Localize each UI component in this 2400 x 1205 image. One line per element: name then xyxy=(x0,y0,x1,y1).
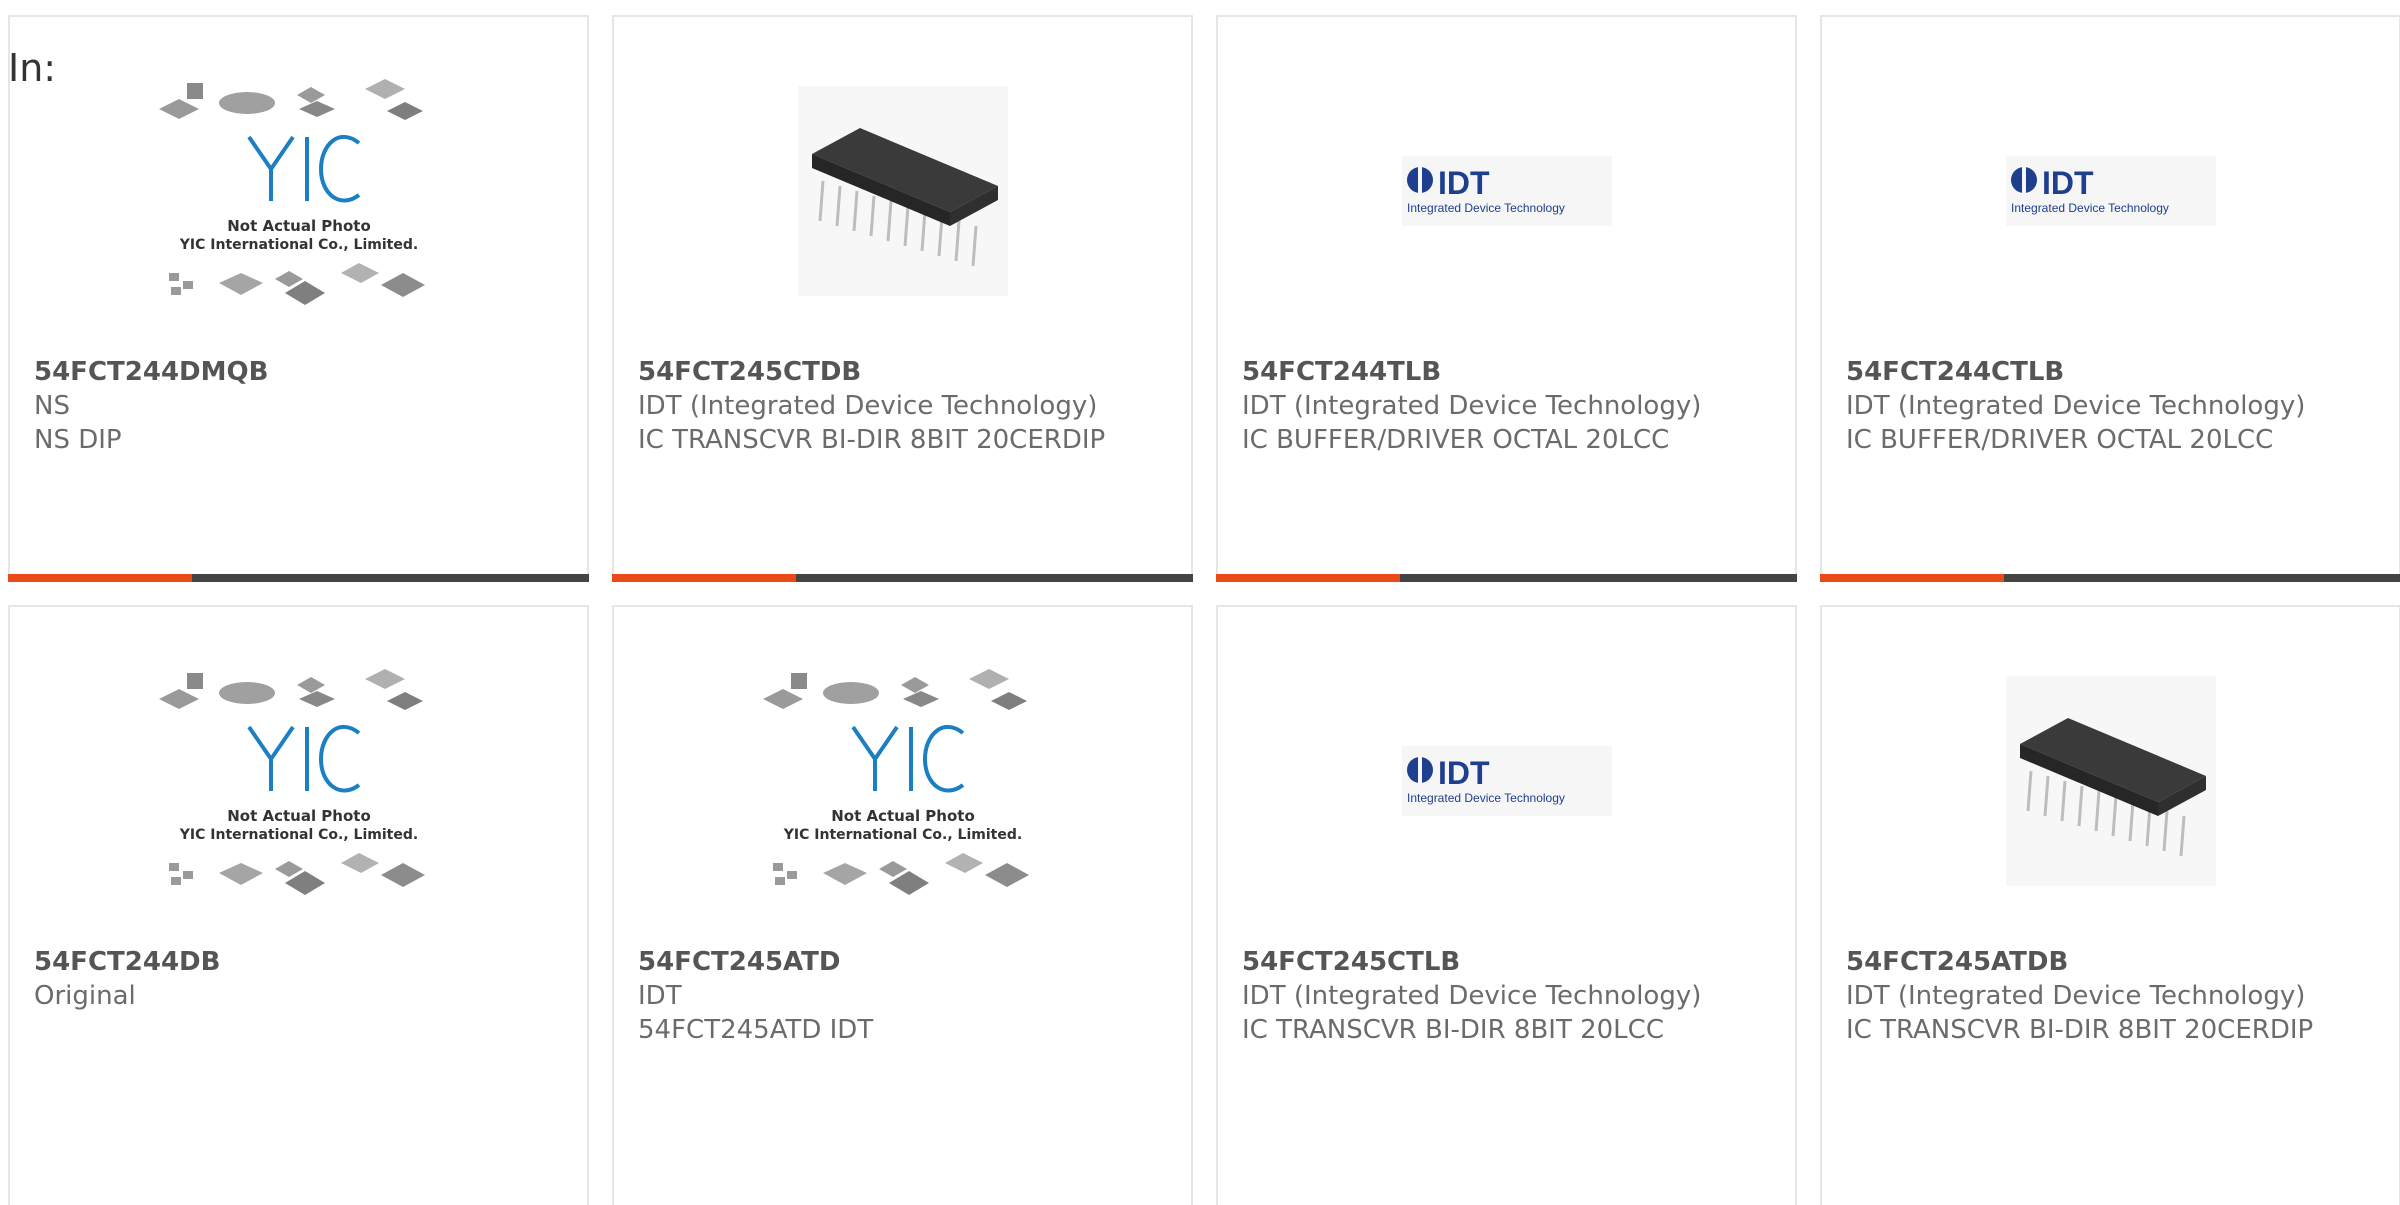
card-bottom-bar xyxy=(1820,574,2400,582)
product-grid: Not Actual Photo YIC International Co., … xyxy=(8,15,2400,1205)
product-image xyxy=(1822,663,2399,899)
part-number[interactable]: 54FCT245CTDB xyxy=(638,355,1171,389)
idt-logo-sub: Integrated Device Technology xyxy=(1407,791,1565,805)
yic-caption-1: Not Actual Photo xyxy=(831,807,975,825)
idt-logo-sub: Integrated Device Technology xyxy=(2011,201,2169,215)
card-bottom-bar xyxy=(8,574,589,582)
description: IC TRANSCVR BI-DIR 8BIT 20CERDIP xyxy=(1846,1015,2314,1045)
idt-logo-text: IDT xyxy=(2042,165,2094,201)
card-bottom-bar xyxy=(612,574,1193,582)
yic-placeholder-image: Not Actual Photo YIC International Co., … xyxy=(762,669,1029,895)
description: IC BUFFER/DRIVER OCTAL 20LCC xyxy=(1846,425,2274,455)
description: IC TRANSCVR BI-DIR 8BIT 20LCC xyxy=(1242,1015,1664,1045)
idt-logo-text: IDT xyxy=(1438,165,1490,201)
manufacturer: IDT (Integrated Device Technology) xyxy=(638,391,1098,421)
manufacturer: NS xyxy=(34,391,70,421)
product-card[interactable]: IDT Integrated Device Technology 54FCT24… xyxy=(1216,15,1797,582)
product-info: 54FCT245CTLB IDT (Integrated Device Tech… xyxy=(1242,945,1775,1047)
product-image: IDT Integrated Device Technology xyxy=(1822,73,2399,309)
idt-logo-image: IDT Integrated Device Technology xyxy=(2005,156,2216,226)
product-card[interactable]: 54FCT245ATDB IDT (Integrated Device Tech… xyxy=(1820,605,2400,1205)
yic-caption-2: YIC International Co., Limited. xyxy=(178,237,417,253)
product-image: Not Actual Photo YIC International Co., … xyxy=(614,663,1191,899)
part-number[interactable]: 54FCT245CTLB xyxy=(1242,945,1775,979)
manufacturer: IDT (Integrated Device Technology) xyxy=(1846,391,2306,421)
dip-chip-image xyxy=(2005,676,2216,886)
idt-logo-sub: Integrated Device Technology xyxy=(1407,201,1565,215)
idt-logo-text: IDT xyxy=(1438,755,1490,791)
product-image: IDT Integrated Device Technology xyxy=(1218,663,1795,899)
yic-placeholder-image: Not Actual Photo YIC International Co., … xyxy=(158,79,425,305)
part-number[interactable]: 54FCT244DMQB xyxy=(34,355,567,389)
part-number[interactable]: 54FCT244DB xyxy=(34,945,567,979)
yic-caption-2: YIC International Co., Limited. xyxy=(178,827,417,843)
product-info: 54FCT244DMQB NS NS DIP xyxy=(34,355,567,457)
card-bottom-bar xyxy=(1216,574,1797,582)
product-info: 54FCT245ATDB IDT (Integrated Device Tech… xyxy=(1846,945,2379,1047)
product-info: 54FCT244DB Original xyxy=(34,945,567,1013)
part-number[interactable]: 54FCT244CTLB xyxy=(1846,355,2379,389)
product-card[interactable]: IDT Integrated Device Technology 54FCT24… xyxy=(1216,605,1797,1205)
idt-logo-image: IDT Integrated Device Technology xyxy=(1401,156,1612,226)
dip-chip-image xyxy=(797,86,1008,296)
yic-caption-2: YIC International Co., Limited. xyxy=(782,827,1021,843)
product-card[interactable]: Not Actual Photo YIC International Co., … xyxy=(612,605,1193,1205)
product-info: 54FCT245CTDB IDT (Integrated Device Tech… xyxy=(638,355,1171,457)
product-image: Not Actual Photo YIC International Co., … xyxy=(10,663,587,899)
description: 54FCT245ATD IDT xyxy=(638,1015,874,1045)
product-image xyxy=(614,73,1191,309)
part-number[interactable]: 54FCT245ATD xyxy=(638,945,1171,979)
description: NS DIP xyxy=(34,425,122,455)
yic-placeholder-image: Not Actual Photo YIC International Co., … xyxy=(158,669,425,895)
product-image: Not Actual Photo YIC International Co., … xyxy=(10,73,587,309)
yic-caption-1: Not Actual Photo xyxy=(227,217,371,235)
manufacturer: IDT xyxy=(638,981,682,1011)
product-info: 54FCT244CTLB IDT (Integrated Device Tech… xyxy=(1846,355,2379,457)
product-card[interactable]: Not Actual Photo YIC International Co., … xyxy=(8,15,589,582)
manufacturer: IDT (Integrated Device Technology) xyxy=(1242,981,1702,1011)
idt-logo-image: IDT Integrated Device Technology xyxy=(1401,746,1612,816)
part-number[interactable]: 54FCT245ATDB xyxy=(1846,945,2379,979)
product-info: 54FCT245ATD IDT 54FCT245ATD IDT xyxy=(638,945,1171,1047)
in-label: In: xyxy=(8,46,57,90)
description: IC TRANSCVR BI-DIR 8BIT 20CERDIP xyxy=(638,425,1106,455)
manufacturer: Original xyxy=(34,981,136,1011)
product-card[interactable]: 54FCT245CTDB IDT (Integrated Device Tech… xyxy=(612,15,1193,582)
description: IC BUFFER/DRIVER OCTAL 20LCC xyxy=(1242,425,1670,455)
yic-caption-1: Not Actual Photo xyxy=(227,807,371,825)
product-card[interactable]: IDT Integrated Device Technology 54FCT24… xyxy=(1820,15,2400,582)
part-number[interactable]: 54FCT244TLB xyxy=(1242,355,1775,389)
manufacturer: IDT (Integrated Device Technology) xyxy=(1242,391,1702,421)
manufacturer: IDT (Integrated Device Technology) xyxy=(1846,981,2306,1011)
product-info: 54FCT244TLB IDT (Integrated Device Techn… xyxy=(1242,355,1775,457)
product-image: IDT Integrated Device Technology xyxy=(1218,73,1795,309)
product-card[interactable]: Not Actual Photo YIC International Co., … xyxy=(8,605,589,1205)
